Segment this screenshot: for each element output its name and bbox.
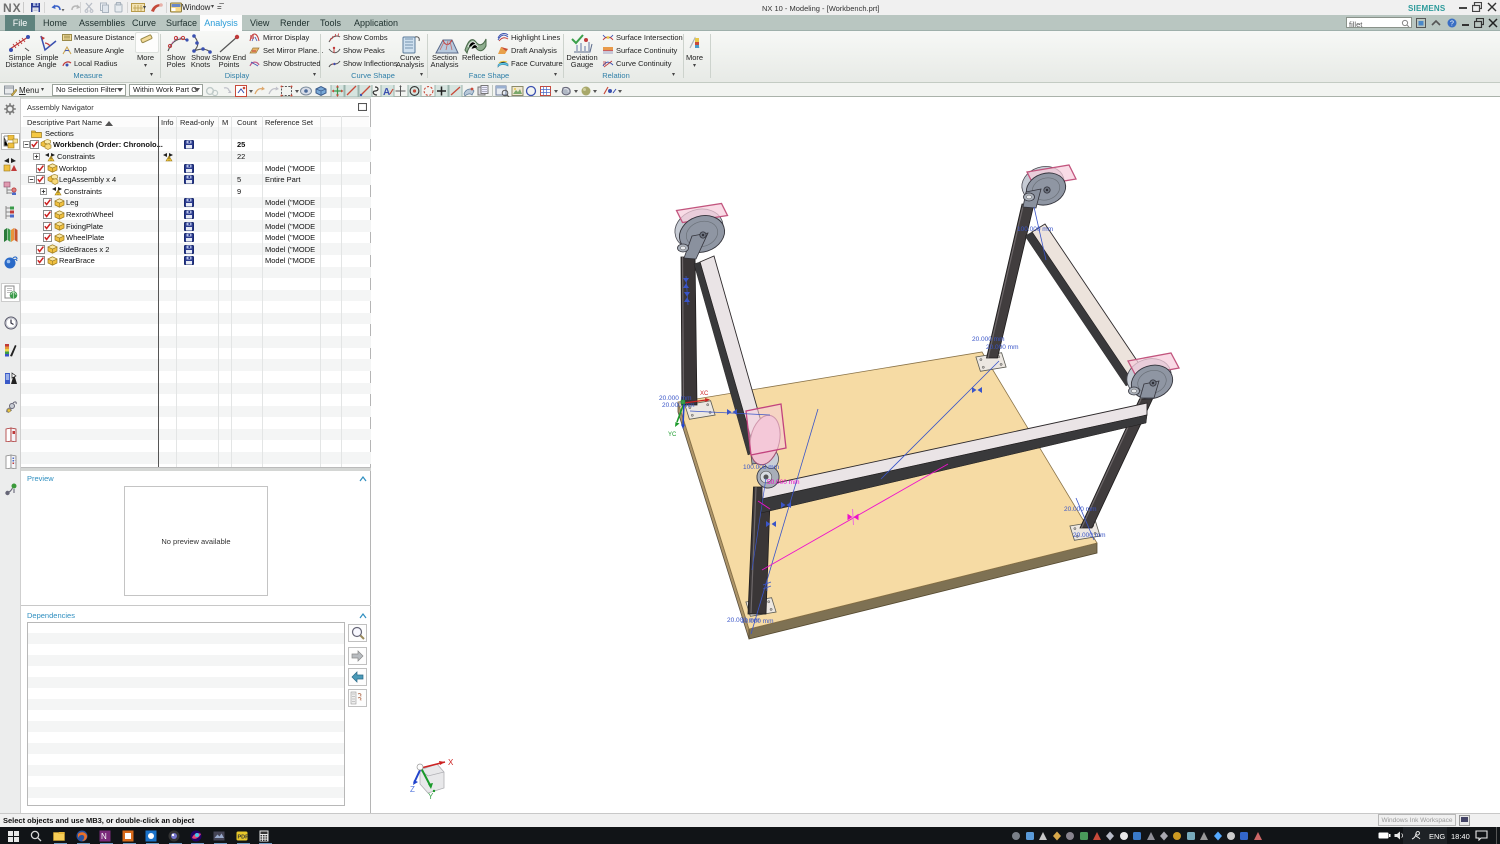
svg-text:XC: XC <box>700 391 709 397</box>
svg-text:A: A <box>383 87 390 97</box>
svg-text:YC: YC <box>668 432 677 438</box>
svg-text:?: ? <box>1450 21 1454 28</box>
svg-text:20.000 mm: 20.000 mm <box>986 344 1019 351</box>
svg-text:100.000 mm: 100.000 mm <box>1017 226 1053 233</box>
svg-text:20.000 mm: 20.000 mm <box>659 395 692 402</box>
svg-text:Y: Y <box>428 792 434 801</box>
svg-text:100.000 mm: 100.000 mm <box>743 464 779 471</box>
svg-text:20.000 mm: 20.000 mm <box>741 618 774 625</box>
svg-text:50.000 mm: 50.000 mm <box>767 479 800 486</box>
svg-text:20.000 mm: 20.000 mm <box>662 402 695 409</box>
svg-text:20.000 mm: 20.000 mm <box>1073 532 1106 539</box>
svg-text:20.000 mm: 20.000 mm <box>1064 506 1097 513</box>
svg-text:Z: Z <box>410 785 415 794</box>
svg-text:X: X <box>448 758 454 767</box>
svg-text:20.000 mm: 20.000 mm <box>972 336 1005 343</box>
